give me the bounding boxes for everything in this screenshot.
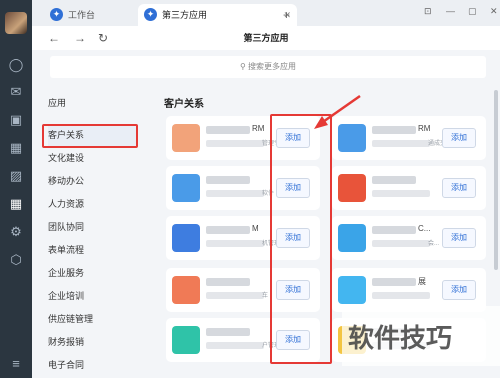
sidebar-item-supply-chain[interactable]: 供应链管理 — [48, 308, 138, 330]
scrollbar[interactable] — [494, 90, 498, 270]
tab-workbench[interactable]: ✦ 工作台 — [44, 4, 148, 26]
annotation-arrow — [314, 94, 361, 129]
sidebar-item-enterprise-service[interactable]: 企业服务 — [48, 262, 138, 284]
blurred-name — [206, 126, 250, 134]
sidebar-item-finance[interactable]: 财务报销 — [48, 331, 138, 353]
apps-grid-icon[interactable]: ▦ — [8, 196, 24, 212]
app-logo — [172, 326, 200, 354]
tab-label: 第三方应用 — [162, 10, 208, 20]
cube-icon[interactable]: ⬡ — [8, 252, 24, 268]
app-name: M — [252, 224, 259, 233]
org-chart-icon[interactable]: ⚙ — [8, 224, 24, 240]
app-logo — [338, 276, 366, 304]
app-desc: 会... — [428, 241, 440, 247]
search-input[interactable]: ⚲ 搜索更多应用 — [50, 56, 486, 78]
close-window-icon[interactable]: ✕ — [490, 4, 498, 18]
tab-third-party-apps[interactable]: ✦ 第三方应用 ✕ — [138, 4, 297, 26]
app-name: 展 — [418, 277, 426, 286]
add-button[interactable]: 添加 — [442, 128, 476, 148]
app-logo — [172, 224, 200, 252]
app-logo — [172, 174, 200, 202]
blurred-desc — [206, 140, 264, 147]
sidebar-item-culture[interactable]: 文化建设 — [48, 147, 138, 169]
app-logo — [338, 174, 366, 202]
app-logo — [172, 124, 200, 152]
app-icon: ✦ — [50, 8, 63, 21]
sidebar-item-contract[interactable]: 电子合同 — [48, 354, 138, 376]
sidebar-item-hr[interactable]: 人力资源 — [48, 193, 138, 215]
app-card[interactable]: C... 会... 添加 — [332, 216, 486, 260]
app-name: RM — [252, 124, 265, 133]
tab-label: 工作台 — [68, 10, 96, 20]
add-button[interactable]: 添加 — [442, 228, 476, 248]
sidebar-item-forms[interactable]: 表单流程 — [48, 239, 138, 261]
blurred-name — [206, 226, 250, 234]
box-icon[interactable]: ▣ — [8, 112, 24, 128]
blurred-desc — [206, 292, 264, 299]
menu-icon[interactable]: ≡ — [8, 356, 24, 372]
page-title: 第三方应用 — [243, 33, 289, 43]
app-desc: 车 — [262, 293, 269, 299]
search-icon: ⚲ — [239, 62, 246, 71]
annotation-highlight — [42, 124, 138, 148]
search-placeholder: 搜索更多应用 — [248, 62, 297, 71]
blurred-desc — [372, 292, 430, 299]
blurred-desc — [206, 190, 264, 197]
sidebar-item-team[interactable]: 团队协同 — [48, 216, 138, 238]
app-name: C... — [418, 224, 431, 233]
blurred-name — [372, 176, 416, 184]
blurred-desc — [206, 342, 264, 349]
blurred-name — [206, 176, 250, 184]
nav-bar: ← → ↻ 第三方应用 — [32, 26, 500, 50]
app-name: RM — [418, 124, 431, 133]
blurred-desc — [206, 240, 264, 247]
avatar[interactable] — [5, 12, 27, 34]
section-title: 客户关系 — [164, 99, 204, 110]
sidebar-heading: 应用 — [48, 98, 67, 108]
add-button[interactable]: 添加 — [442, 178, 476, 198]
blurred-desc — [372, 140, 430, 147]
annotation-highlight — [270, 114, 332, 364]
watermark-text: 软件技巧 — [348, 323, 453, 353]
blurred-name — [372, 126, 416, 134]
blurred-name — [372, 226, 416, 234]
maximize-icon[interactable]: ▢ — [468, 4, 477, 18]
sidebar-item-training[interactable]: 企业培训 — [48, 285, 138, 307]
pin-icon[interactable]: ⊡ — [424, 4, 432, 18]
calendar-icon[interactable]: ▦ — [8, 140, 24, 156]
image-icon[interactable]: ▨ — [8, 168, 24, 184]
app-rail: ◯ ✉ ▣ ▦ ▨ ▦ ⚙ ⬡ ≡ — [0, 0, 32, 378]
new-tab-button[interactable]: + — [283, 4, 290, 26]
app-card[interactable]: 添加 — [332, 166, 486, 210]
blurred-desc — [372, 240, 430, 247]
chat-icon[interactable]: ◯ — [8, 57, 24, 73]
app-logo — [172, 276, 200, 304]
blurred-desc — [372, 190, 430, 197]
app-logo — [338, 224, 366, 252]
minimize-icon[interactable]: — — [446, 4, 455, 18]
blurred-name — [206, 328, 250, 336]
blurred-name — [206, 278, 250, 286]
sidebar-item-mobile-office[interactable]: 移动办公 — [48, 170, 138, 192]
mail-icon[interactable]: ✉ — [8, 84, 24, 100]
add-button[interactable]: 添加 — [442, 280, 476, 300]
blurred-name — [372, 278, 416, 286]
app-icon: ✦ — [144, 8, 157, 21]
